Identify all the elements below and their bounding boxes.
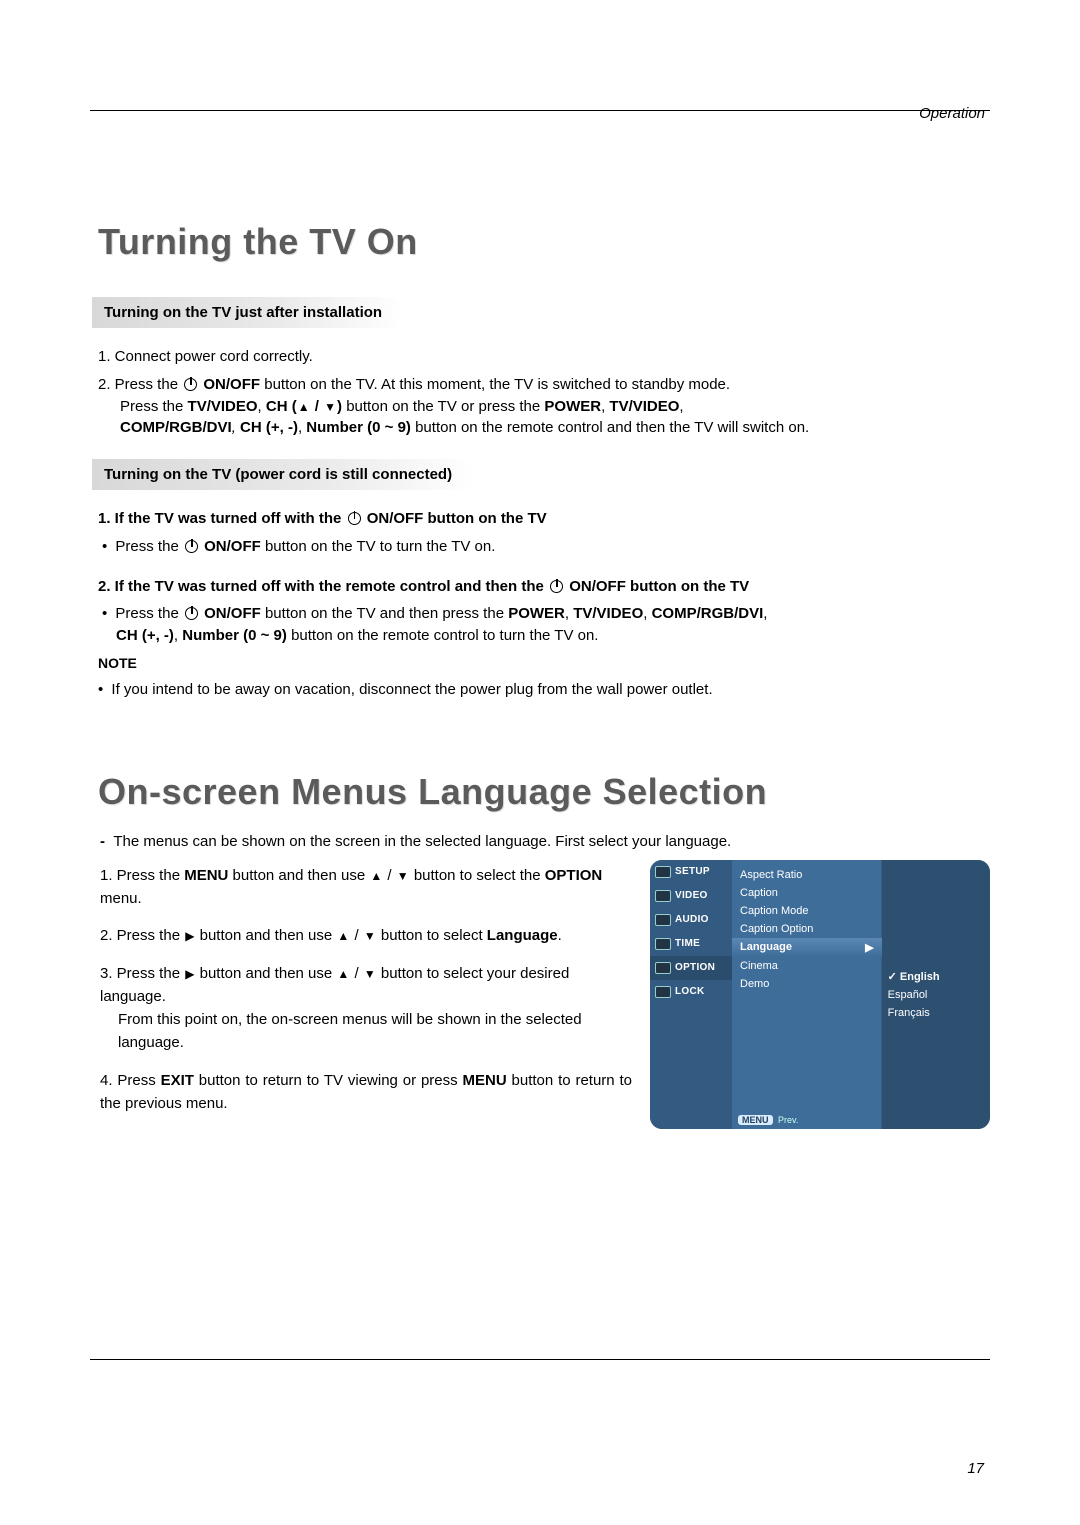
video-icon bbox=[655, 890, 671, 902]
text: Press the bbox=[120, 398, 188, 415]
subheader-power-connected: Turning on the TV (power cord is still c… bbox=[92, 459, 474, 490]
text: button on the TV. At this moment, the TV… bbox=[264, 376, 730, 393]
lang-step-1: 1. Press the MENU button and then use ▲ … bbox=[100, 864, 632, 911]
osd-opt-capmode: Caption Mode bbox=[732, 902, 882, 920]
power-icon bbox=[348, 512, 361, 525]
right-arrow-icon: ▶ bbox=[185, 927, 194, 946]
subheader-after-install: Turning on the TV just after installatio… bbox=[92, 297, 404, 328]
osd-hint-btn: MENU bbox=[738, 1115, 773, 1125]
right-arrow-icon: ▶ bbox=[865, 941, 873, 954]
up-arrow-icon: ▲ bbox=[370, 867, 382, 886]
text: 2. Press the bbox=[98, 376, 182, 393]
osd-opt-capopt: Caption Option bbox=[732, 920, 882, 938]
osd-lang-english: English bbox=[888, 969, 990, 984]
tvvideo-label-2: TV/VIDEO bbox=[609, 398, 679, 415]
power-icon bbox=[550, 580, 563, 593]
right-arrow-icon: ▶ bbox=[185, 965, 194, 984]
osd-sidebar: SETUP VIDEO AUDIO TIME OPTION LOCK bbox=[650, 860, 732, 1129]
lang-step-2: 2. Press the ▶ button and then use ▲ / ▼… bbox=[100, 924, 632, 947]
osd-side-audio: AUDIO bbox=[650, 908, 732, 932]
up-arrow-icon: ▲ bbox=[337, 965, 349, 984]
osd-opt-caption: Caption bbox=[732, 884, 882, 902]
ch-pm-label: CH (+, -) bbox=[240, 419, 298, 436]
power-icon bbox=[185, 540, 198, 553]
osd-side-time: TIME bbox=[650, 932, 732, 956]
text: button on the TV or press the bbox=[346, 398, 544, 415]
case1-header: 1. If the TV was turned off with the ON/… bbox=[98, 508, 990, 530]
note-body: If you intend to be away on vacation, di… bbox=[98, 679, 990, 701]
comprgbdvi-label: COMP/RGB/DVI bbox=[120, 419, 232, 436]
lang-step-3: 3. Press the ▶ button and then use ▲ / ▼… bbox=[100, 962, 632, 1055]
osd-opt-cinema: Cinema bbox=[732, 957, 882, 975]
heading-turning-tv-on: Turning the TV On bbox=[98, 221, 990, 263]
ch-label: CH (▲ / ▼) bbox=[266, 398, 342, 415]
lang-step-4: 4. Press EXIT button to return to TV vie… bbox=[100, 1069, 632, 1116]
page-category: Operation bbox=[919, 105, 985, 122]
lang-intro: - The menus can be shown on the screen i… bbox=[100, 833, 990, 850]
case2-body: Press the ON/OFF button on the TV and th… bbox=[102, 603, 990, 647]
osd-options-list: Aspect Ratio Caption Caption Mode Captio… bbox=[732, 860, 882, 1129]
osd-side-video: VIDEO bbox=[650, 884, 732, 908]
osd-opt-aspect: Aspect Ratio bbox=[732, 866, 882, 884]
top-rule bbox=[90, 110, 990, 111]
osd-main: Aspect Ratio Caption Caption Mode Captio… bbox=[732, 860, 990, 1129]
osd-hint-text: Prev. bbox=[778, 1115, 798, 1125]
up-arrow-icon: ▲ bbox=[298, 399, 310, 416]
note-header: NOTE bbox=[98, 653, 990, 673]
time-icon bbox=[655, 938, 671, 950]
up-arrow-icon: ▲ bbox=[337, 927, 349, 946]
osd-side-setup: SETUP bbox=[650, 860, 732, 884]
step-1: 1. Connect power cord correctly. bbox=[98, 346, 990, 368]
text: button on the remote control and then th… bbox=[415, 419, 809, 436]
lock-icon bbox=[655, 986, 671, 998]
osd-side-option: OPTION bbox=[650, 956, 732, 980]
osd-lang-francais: Français bbox=[888, 1006, 990, 1020]
onoff-label: ON/OFF bbox=[203, 376, 260, 393]
page-number: 17 bbox=[967, 1460, 984, 1477]
osd-opt-language: Language▶ bbox=[732, 938, 882, 957]
osd-side-lock: LOCK bbox=[650, 980, 732, 1004]
setup-icon bbox=[655, 866, 671, 878]
number09-label: Number (0 ~ 9) bbox=[306, 419, 411, 436]
case2-header: 2. If the TV was turned off with the rem… bbox=[98, 576, 990, 598]
down-arrow-icon: ▼ bbox=[397, 867, 409, 886]
osd-lang-espanol: Español bbox=[888, 988, 990, 1002]
osd-hint: MENU Prev. bbox=[738, 1115, 798, 1125]
power-label: POWER bbox=[544, 398, 601, 415]
osd-menu-figure: SETUP VIDEO AUDIO TIME OPTION LOCK Aspec… bbox=[650, 860, 990, 1129]
power-icon bbox=[184, 378, 197, 391]
down-arrow-icon: ▼ bbox=[364, 927, 376, 946]
power-icon bbox=[185, 607, 198, 620]
bottom-rule bbox=[90, 1359, 990, 1360]
audio-icon bbox=[655, 914, 671, 926]
option-icon bbox=[655, 962, 671, 974]
osd-language-list: English Español Français bbox=[882, 860, 990, 1129]
down-arrow-icon: ▼ bbox=[324, 399, 336, 416]
step-2: 2. Press the ON/OFF button on the TV. At… bbox=[98, 374, 990, 439]
case1-body: Press the ON/OFF button on the TV to tur… bbox=[102, 536, 990, 558]
osd-opt-demo: Demo bbox=[732, 975, 882, 993]
down-arrow-icon: ▼ bbox=[364, 965, 376, 984]
tvvideo-label: TV/VIDEO bbox=[188, 398, 258, 415]
heading-language-selection: On-screen Menus Language Selection bbox=[98, 771, 990, 813]
